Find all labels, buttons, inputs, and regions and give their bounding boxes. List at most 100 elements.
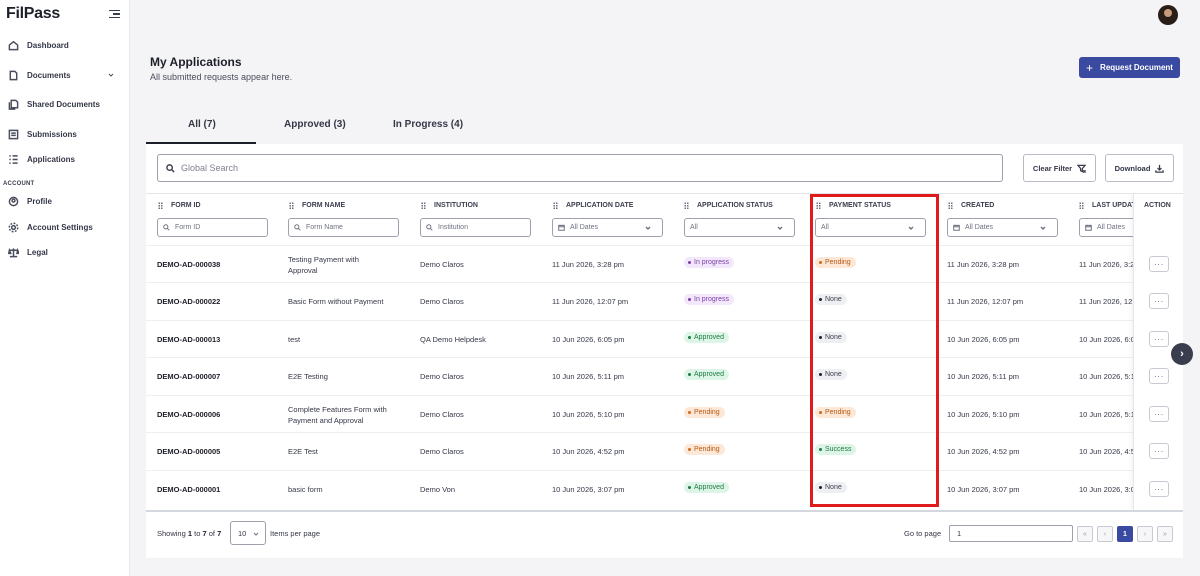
- status-label: None: [825, 371, 842, 378]
- filter-value: All: [690, 224, 698, 231]
- row-actions-button[interactable]: ···: [1149, 481, 1169, 497]
- institution-filter[interactable]: Institution: [420, 218, 531, 237]
- drag-handle-icon[interactable]: [553, 202, 558, 209]
- table-row[interactable]: DEMO-AD-000022 Basic Form without Payment…: [146, 282, 1183, 319]
- column-header-application-status[interactable]: APPLICATION STATUS: [684, 202, 773, 209]
- last-page-button[interactable]: »: [1157, 526, 1173, 542]
- tab-approved[interactable]: Approved (3): [284, 119, 346, 130]
- table-row[interactable]: DEMO-AD-000007 E2E Testing Demo Claros 10 J…: [146, 357, 1183, 394]
- filpass-logo[interactable]: FilPass: [6, 5, 60, 23]
- status-label: None: [825, 334, 842, 341]
- document-icon: [9, 70, 18, 81]
- cell-application-date: 10 Jun 2026, 5:11 pm: [552, 372, 624, 381]
- filter-value: All Dates: [1097, 224, 1126, 231]
- column-header-form-name[interactable]: FORM NAME: [289, 202, 345, 209]
- row-actions-button[interactable]: ···: [1149, 331, 1169, 347]
- sidebar-item-legal[interactable]: Legal: [8, 247, 48, 258]
- sidebar-item-shared-documents[interactable]: Shared Documents: [8, 99, 100, 110]
- drag-handle-icon[interactable]: [684, 202, 689, 209]
- cell-form-id: DEMO-AD-000001: [157, 485, 221, 494]
- cell-form-id: DEMO-AD-000005: [157, 447, 221, 456]
- payment-status-badge: None: [815, 294, 847, 305]
- column-header-application-date[interactable]: APPLICATION DATE: [553, 202, 633, 209]
- download-icon: [1155, 164, 1165, 173]
- form-name-filter[interactable]: Form Name: [288, 218, 399, 237]
- prev-page-button[interactable]: ‹: [1097, 526, 1113, 542]
- cell-form-id: DEMO-AD-000013: [157, 335, 221, 344]
- first-page-button[interactable]: «: [1077, 526, 1093, 542]
- cell-created: 10 Jun 2026, 3:07 pm: [947, 485, 1020, 494]
- drag-handle-icon[interactable]: [816, 202, 821, 209]
- drag-handle-icon[interactable]: [1079, 202, 1084, 209]
- sidebar-item-documents[interactable]: Documents: [8, 70, 71, 81]
- shared-documents-icon: [8, 99, 19, 110]
- row-actions-button[interactable]: ···: [1149, 406, 1169, 422]
- go-to-page-label: Go to page: [904, 529, 942, 538]
- global-search[interactable]: [157, 154, 1003, 182]
- table-row[interactable]: DEMO-AD-000005 E2E Test Demo Claros 10 Jun …: [146, 432, 1183, 469]
- showing-total: 7: [217, 529, 222, 538]
- row-actions-button[interactable]: ···: [1149, 368, 1169, 384]
- sidebar-item-account-settings[interactable]: Account Settings: [8, 222, 93, 233]
- tab-all[interactable]: All (7): [188, 119, 216, 130]
- cell-created: 10 Jun 2026, 4:52 pm: [947, 447, 1020, 456]
- payment-status-filter[interactable]: All: [815, 218, 926, 237]
- cell-form-id: DEMO-AD-000006: [157, 410, 221, 419]
- drag-handle-icon[interactable]: [289, 202, 294, 209]
- table-row[interactable]: DEMO-AD-000038 Testing Payment with Approv…: [146, 245, 1183, 282]
- cell-institution: Demo Claros: [420, 410, 464, 419]
- tab-in-progress[interactable]: In Progress (4): [393, 119, 463, 130]
- page-1-button[interactable]: 1: [1117, 526, 1133, 542]
- sidebar-item-profile[interactable]: Profile: [8, 196, 52, 207]
- showing-to-word: to: [194, 529, 201, 538]
- column-header-payment-status[interactable]: PAYMENT STATUS: [816, 202, 891, 209]
- download-label: Download: [1114, 163, 1151, 173]
- column-header-form-id[interactable]: FORM ID: [158, 202, 201, 209]
- status-dot-icon: [688, 486, 691, 489]
- clear-filter-button[interactable]: Clear Filter: [1023, 154, 1096, 182]
- status-dot-icon: [819, 411, 822, 414]
- avatar[interactable]: [1158, 5, 1178, 25]
- table-row[interactable]: DEMO-AD-000006 Complete Features Form wit…: [146, 395, 1183, 432]
- application-status-filter[interactable]: All: [684, 218, 795, 237]
- sidebar-item-applications[interactable]: Applications: [8, 154, 75, 165]
- drag-handle-icon[interactable]: [158, 202, 163, 209]
- row-actions-button[interactable]: ···: [1149, 256, 1169, 272]
- cell-created: 10 Jun 2026, 5:10 pm: [947, 410, 1020, 419]
- chevron-down-icon: [908, 226, 914, 230]
- created-filter[interactable]: All Dates: [947, 218, 1058, 237]
- sidebar-item-dashboard[interactable]: Dashboard: [8, 40, 69, 51]
- menu-toggle-icon[interactable]: [109, 10, 120, 19]
- status-dot-icon: [819, 448, 822, 451]
- request-document-button[interactable]: + Request Document: [1079, 57, 1180, 78]
- cell-form-name: Basic Form without Payment: [288, 297, 384, 306]
- column-header-created[interactable]: CREATED: [948, 202, 994, 209]
- calendar-icon: [953, 224, 960, 231]
- go-to-page-input[interactable]: 1: [949, 525, 1073, 542]
- cell-form-name: test: [288, 335, 301, 344]
- row-actions-button[interactable]: ···: [1149, 293, 1169, 309]
- application-date-filter[interactable]: All Dates: [552, 218, 663, 237]
- column-header-institution[interactable]: INSTITUTION: [421, 202, 478, 209]
- search-input[interactable]: [181, 163, 961, 173]
- search-icon: [294, 224, 301, 231]
- download-button[interactable]: Download: [1105, 154, 1174, 182]
- sidebar-item-label: Submissions: [27, 130, 77, 139]
- form-id-filter[interactable]: Form ID: [157, 218, 268, 237]
- cell-application-date: 10 Jun 2026, 3:07 pm: [552, 485, 625, 494]
- payment-status-badge: Pending: [815, 407, 856, 418]
- chevron-down-icon[interactable]: [108, 72, 114, 78]
- table-row[interactable]: DEMO-AD-000013 test QA Demo Helpdesk 10 Jun…: [146, 320, 1183, 357]
- row-actions-button[interactable]: ···: [1149, 443, 1169, 459]
- status-label: None: [825, 484, 842, 491]
- application-status-badge: In progress: [684, 257, 735, 268]
- table-row[interactable]: DEMO-AD-000001 basic form Demo Von 10 Jun 2…: [146, 470, 1183, 507]
- status-dot-icon: [688, 336, 691, 339]
- next-page-button[interactable]: ›: [1137, 526, 1153, 542]
- items-per-page-select[interactable]: 10: [230, 521, 266, 545]
- drag-handle-icon[interactable]: [421, 202, 426, 209]
- scroll-right-button[interactable]: ›: [1171, 343, 1193, 365]
- drag-handle-icon[interactable]: [948, 202, 953, 209]
- payment-status-badge: None: [815, 369, 847, 380]
- sidebar-item-submissions[interactable]: Submissions: [8, 129, 77, 140]
